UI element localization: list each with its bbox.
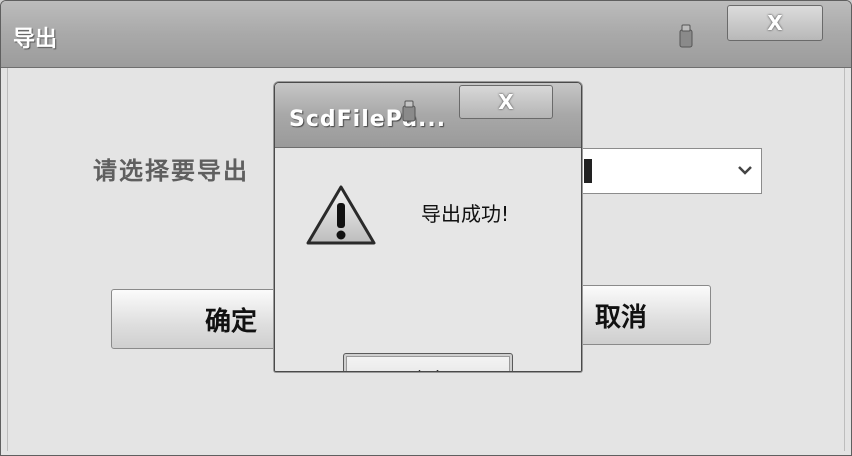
window-title: 导出 <box>13 27 58 52</box>
dialog-message: 导出成功! <box>421 202 510 226</box>
window-close-button[interactable]: X <box>727 5 823 41</box>
cancel-button-label: 取消 <box>594 302 647 333</box>
restore-icon[interactable] <box>401 99 417 123</box>
close-icon: X <box>767 11 783 35</box>
restore-icon[interactable] <box>677 23 695 49</box>
warning-icon <box>306 185 376 245</box>
dialog-ok-label: 确定 <box>408 364 448 372</box>
select-current-value <box>584 159 592 183</box>
close-icon: X <box>498 90 514 114</box>
dialog-ok-button[interactable]: 确定 <box>343 353 513 372</box>
chevron-down-icon[interactable] <box>737 163 753 177</box>
dialog-body: 导出成功! 确定 <box>275 148 581 371</box>
dialog-close-button[interactable]: X <box>459 85 553 119</box>
export-window-titlebar[interactable]: 导出 X <box>1 1 851 68</box>
export-prompt-label: 请选择要导出 <box>93 156 249 185</box>
success-dialog: ScdFilePa... X 导出成功! 确定 <box>274 82 582 372</box>
ok-button-label: 确定 <box>204 306 257 337</box>
dialog-titlebar[interactable]: ScdFilePa... X <box>275 83 581 148</box>
export-target-select[interactable] <box>561 148 762 194</box>
dialog-title: ScdFilePa... <box>289 107 447 132</box>
